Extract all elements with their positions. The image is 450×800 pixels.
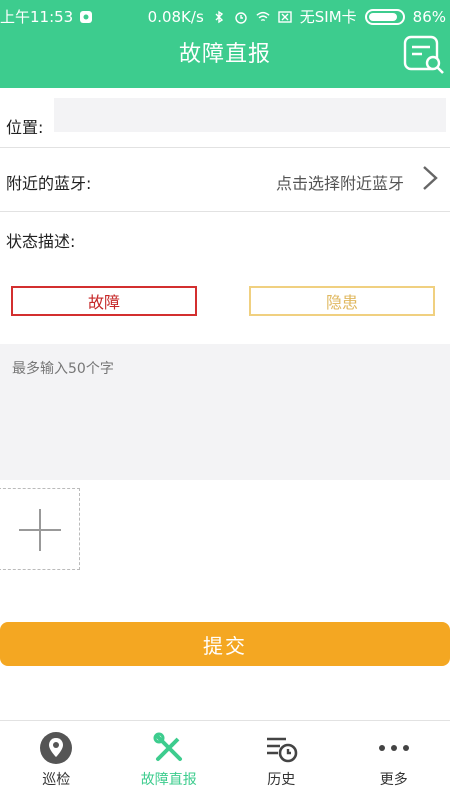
battery-level: 86% [412, 7, 446, 26]
top-bar: 上午11:53 0.08K/s 无SIM卡 86% 故障直报 [0, 0, 450, 88]
tab-patrol[interactable]: 巡检 [0, 721, 113, 800]
status-bar: 上午11:53 0.08K/s 无SIM卡 86% [0, 0, 450, 30]
tab-fault-report[interactable]: 故障直报 [113, 721, 226, 800]
notification-icon [80, 10, 93, 23]
chevron-right-icon[interactable] [420, 164, 440, 192]
tab-fault-report-label: 故障直报 [140, 772, 197, 788]
battery-icon [364, 8, 405, 25]
status-option-hazard[interactable]: 隐患 [249, 286, 435, 316]
tab-more[interactable]: 更多 [338, 721, 450, 800]
location-label: 位置: [6, 118, 44, 137]
submit-button[interactable]: 提交 [0, 622, 450, 666]
location-row: 位置: [0, 88, 450, 148]
no-sim-icon [278, 10, 292, 23]
tools-icon [153, 732, 182, 761]
more-dots-icon [378, 745, 409, 751]
description-textarea[interactable]: 最多输入50个字 [0, 344, 450, 480]
bluetooth-select-value[interactable]: 点击选择附近蓝牙 [276, 170, 404, 194]
wifi-icon [256, 11, 270, 21]
bluetooth-label: 附近的蓝牙: [6, 174, 92, 193]
bluetooth-row[interactable]: 附近的蓝牙: 点击选择附近蓝牙 [0, 148, 450, 212]
scan-search-icon[interactable] [402, 34, 446, 74]
tab-history[interactable]: 历史 [225, 721, 338, 800]
add-photo-button[interactable] [0, 488, 80, 570]
location-pin-icon [40, 732, 73, 764]
location-input[interactable] [54, 98, 446, 132]
bluetooth-icon [215, 10, 223, 23]
network-speed: 0.08K/s [147, 7, 204, 26]
tab-more-label: 更多 [379, 772, 408, 788]
tab-history-label: 历史 [267, 772, 296, 788]
tab-patrol-label: 巡检 [42, 772, 71, 788]
sim-status: 无SIM卡 [299, 8, 357, 26]
bottom-tab-bar: 巡检 故障直报 历史 更多 [0, 720, 450, 800]
page-title: 故障直报 [178, 42, 271, 67]
alarm-icon [235, 11, 247, 24]
status-description-label: 状态描述: [6, 232, 76, 251]
status-time: 上午11:53 [0, 8, 74, 26]
history-icon [267, 737, 298, 763]
status-option-fault[interactable]: 故障 [11, 286, 197, 316]
plus-icon [19, 509, 61, 551]
